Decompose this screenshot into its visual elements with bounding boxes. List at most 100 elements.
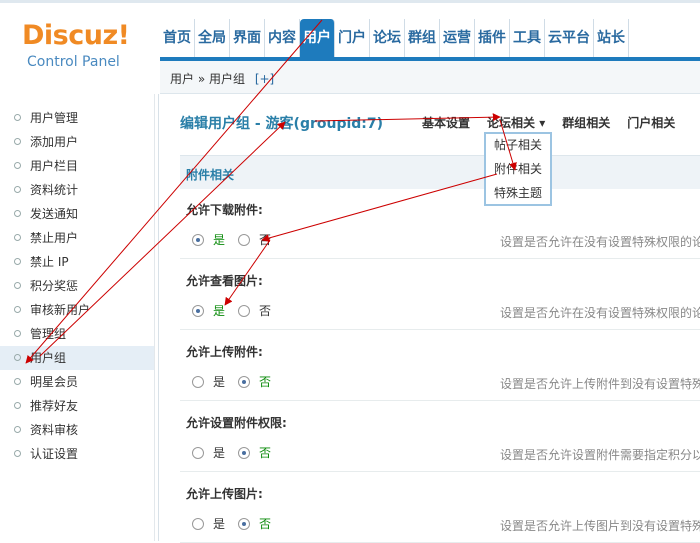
nav-item[interactable]: 运营 — [440, 19, 475, 57]
sidebar-item[interactable]: 管理组 — [0, 322, 154, 346]
setting-row: 允许上传附件: 是 否 设置是否允许上传附件到没有设置特殊 — [180, 331, 700, 401]
sidebar-item[interactable]: 禁止用户 — [0, 226, 154, 250]
setting-row: 允许上传图片: 是 否 设置是否允许上传图片到没有设置特殊 — [180, 473, 700, 543]
sidebar-item-label: 用户栏目 — [30, 159, 79, 173]
dropdown-item[interactable]: 帖子相关 — [486, 134, 550, 158]
nav-item[interactable]: 群组 — [405, 19, 440, 57]
sidebar: 用户管理添加用户用户栏目资料统计发送通知禁止用户禁止 IP 积分奖惩审核新用户管理… — [0, 94, 155, 541]
radio-button[interactable] — [238, 517, 250, 530]
dropdown-item[interactable]: 附件相关 — [486, 158, 550, 182]
radio-label: 否 — [259, 233, 272, 247]
sidebar-item[interactable]: 用户栏目 — [0, 154, 154, 178]
radio-yes[interactable]: 是 — [192, 231, 225, 248]
sidebar-item[interactable]: 认证设置 — [0, 442, 154, 466]
radio-button[interactable] — [238, 304, 250, 317]
main-content: 编辑用户组 - 游客(groupid:7) 基本设置 论坛相关 ▾ 群组相关 门户相关… — [160, 95, 700, 543]
radio-button[interactable] — [192, 233, 204, 246]
radio-button[interactable] — [192, 446, 204, 459]
top-bar: Discuz! Control Panel 首页 全局 界面 内容 用户 门户 论坛 群组 运营… — [0, 0, 700, 70]
sidebar-item[interactable]: 资料统计 — [0, 178, 154, 202]
nav-item[interactable]: 站长 — [594, 19, 629, 57]
radio-button[interactable] — [238, 375, 250, 388]
logo[interactable]: Discuz! Control Panel — [22, 20, 142, 72]
bullet-icon — [14, 186, 21, 193]
radio-no[interactable]: 否 — [238, 515, 271, 532]
nav-item[interactable]: 首页 — [160, 19, 195, 57]
sidebar-menu: 用户管理添加用户用户栏目资料统计发送通知禁止用户禁止 IP 积分奖惩审核新用户管理… — [0, 94, 154, 466]
dropdown-item[interactable]: 特殊主题 — [486, 182, 550, 206]
radio-yes[interactable]: 是 — [192, 373, 225, 390]
setting-label: 允许设置附件权限: — [186, 416, 287, 430]
radio-label: 否 — [259, 375, 272, 389]
sidebar-item[interactable]: 用户组 — [0, 346, 154, 370]
nav-item[interactable]: 用户 — [300, 19, 335, 57]
setting-row: 允许查看图片: 是 否 设置是否允许在没有设置特殊权限的论 — [180, 260, 700, 330]
sidebar-item[interactable]: 推荐好友 — [0, 394, 154, 418]
radio-button[interactable] — [192, 375, 204, 388]
nav-item[interactable]: 界面 — [230, 19, 265, 57]
tab[interactable]: 基本设置 — [422, 114, 470, 131]
bullet-icon — [14, 162, 21, 169]
sidebar-item-label: 用户组 — [30, 351, 67, 365]
tab[interactable]: 门户相关 — [627, 114, 675, 131]
bullet-icon — [14, 138, 21, 145]
bullet-icon — [14, 114, 21, 121]
sidebar-item[interactable]: 发送通知 — [0, 202, 154, 226]
radio-no[interactable]: 否 — [238, 231, 271, 248]
bullet-icon — [14, 378, 21, 385]
nav-item[interactable]: 全局 — [195, 19, 230, 57]
nav-item[interactable]: 门户 — [335, 19, 370, 57]
section-header: 附件相关 — [180, 155, 700, 189]
radio-label: 是 — [213, 375, 226, 389]
nav-item[interactable]: 内容 — [265, 19, 300, 57]
tab[interactable]: 群组相关 — [562, 114, 610, 131]
breadcrumb-add-shortcut[interactable]: [+] — [255, 72, 274, 86]
sidebar-item[interactable]: 用户管理 — [0, 106, 154, 130]
bullet-icon — [14, 354, 21, 361]
setting-row: 允许设置附件权限: 是 否 设置是否允许设置附件需要指定积分以 — [180, 402, 700, 472]
radio-label: 是 — [213, 446, 226, 460]
sidebar-item-label: 积分奖惩 — [30, 279, 79, 293]
sidebar-item[interactable]: 禁止 IP — [0, 250, 154, 274]
bullet-icon — [14, 258, 21, 265]
sidebar-item[interactable]: 资料审核 — [0, 418, 154, 442]
radio-yes[interactable]: 是 — [192, 302, 225, 319]
radio-button[interactable] — [238, 233, 250, 246]
sidebar-item-label: 发送通知 — [30, 207, 79, 221]
radio-label: 否 — [259, 304, 272, 318]
setting-label: 允许下载附件: — [186, 203, 263, 217]
nav-item[interactable]: 工具 — [510, 19, 545, 57]
sidebar-item[interactable]: 添加用户 — [0, 130, 154, 154]
setting-description: 设置是否允许在没有设置特殊权限的论 — [500, 235, 700, 249]
bullet-icon — [14, 282, 21, 289]
top-border — [0, 0, 700, 3]
radio-label: 是 — [213, 233, 226, 247]
setting-description: 设置是否允许设置附件需要指定积分以 — [500, 448, 700, 462]
nav-item[interactable]: 云平台 — [545, 19, 594, 57]
nav-item[interactable]: 插件 — [475, 19, 510, 57]
radio-button[interactable] — [192, 304, 204, 317]
sidebar-item-label: 添加用户 — [30, 135, 79, 149]
page-title: 编辑用户组 - 游客(groupid:7) — [180, 116, 384, 132]
radio-no[interactable]: 否 — [238, 444, 271, 461]
sidebar-item-label: 管理组 — [30, 327, 67, 341]
logo-brand: Discuz! — [22, 20, 130, 51]
bullet-icon — [14, 306, 21, 313]
nav-item[interactable]: 论坛 — [370, 19, 405, 57]
setting-label: 允许上传图片: — [186, 487, 263, 501]
radio-button[interactable] — [192, 517, 204, 530]
sidebar-item[interactable]: 积分奖惩 — [0, 274, 154, 298]
radio-no[interactable]: 否 — [238, 302, 271, 319]
radio-yes[interactable]: 是 — [192, 515, 225, 532]
tab[interactable]: 论坛相关 ▾ — [487, 114, 545, 131]
sidebar-item-label: 资料审核 — [30, 423, 79, 437]
radio-button[interactable] — [238, 446, 250, 459]
setting-description: 设置是否允许在没有设置特殊权限的论 — [500, 306, 700, 320]
radio-no[interactable]: 否 — [238, 373, 271, 390]
sidebar-item[interactable]: 明星会员 — [0, 370, 154, 394]
sidebar-item-label: 禁止用户 — [30, 231, 79, 245]
bullet-icon — [14, 234, 21, 241]
sidebar-item[interactable]: 审核新用户 — [0, 298, 154, 322]
breadcrumb-bar: 用户 » 用户组 [+] — [160, 61, 700, 94]
radio-yes[interactable]: 是 — [192, 444, 225, 461]
